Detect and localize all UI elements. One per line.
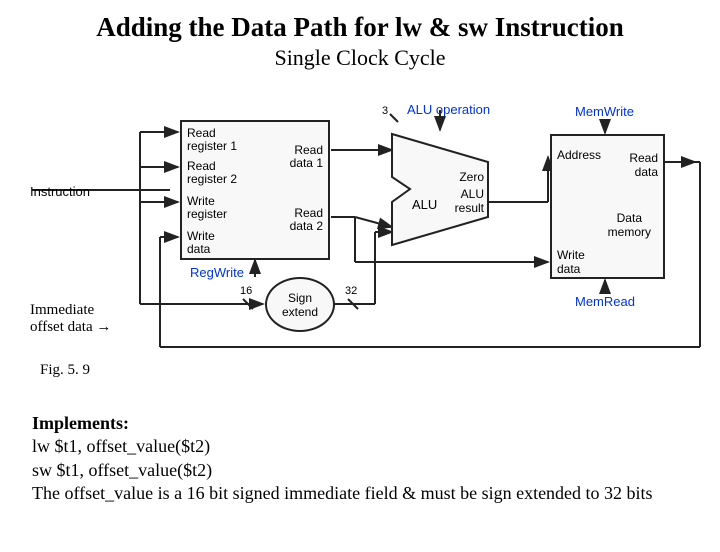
- rf-read-reg1: Read register 1: [187, 127, 237, 153]
- desc-line-1: lw $t1, offset_value($t2): [32, 435, 680, 458]
- instruction-label: Instruction: [30, 184, 90, 199]
- alu-block: ALU Zero ALU result: [390, 132, 490, 247]
- alu-result: ALU result: [455, 187, 484, 215]
- memwrite-label: MemWrite: [575, 104, 634, 119]
- mem-read-data: Read data: [629, 151, 658, 179]
- rf-read-data1: Read data 1: [290, 144, 323, 170]
- mem-write-data: Write data: [557, 248, 585, 276]
- alu-op-bits: 3: [382, 105, 388, 117]
- data-memory-block: Address Write data Read data Data memory: [550, 134, 665, 279]
- rf-read-reg2: Read register 2: [187, 160, 237, 186]
- rf-write-data: Write data: [187, 230, 215, 256]
- mem-address: Address: [557, 148, 601, 162]
- sign-extend-block: Sign extend: [265, 277, 335, 332]
- register-file-block: Read register 1 Read register 2 Write re…: [180, 120, 330, 260]
- rf-read-data2: Read data 2: [290, 207, 323, 233]
- page-subtitle: Single Clock Cycle: [0, 45, 720, 71]
- desc-line-2: sw $t1, offset_value($t2): [32, 459, 680, 482]
- page-title: Adding the Data Path for lw & sw Instruc…: [0, 12, 720, 43]
- memread-label: MemRead: [575, 294, 635, 309]
- alu-operation-label: ALU operation: [407, 102, 490, 117]
- figure-label: Fig. 5. 9: [40, 362, 90, 379]
- immediate-annotation: Immediate offset data →: [30, 302, 111, 336]
- alu-zero: Zero: [459, 170, 484, 184]
- implements-heading: Implements:: [32, 412, 680, 435]
- signext-in-bits: 16: [240, 285, 252, 297]
- signext-out-bits: 32: [345, 285, 357, 297]
- alu-label: ALU: [412, 197, 437, 212]
- rf-write-reg: Write register: [187, 195, 227, 221]
- description-block: Implements: lw $t1, offset_value($t2) sw…: [32, 412, 680, 506]
- desc-line-3: The offset_value is a 16 bit signed imme…: [32, 482, 680, 505]
- mem-name: Data memory: [608, 211, 651, 239]
- regwrite-label: RegWrite: [190, 265, 244, 280]
- sign-extend-label: Sign extend: [282, 291, 318, 319]
